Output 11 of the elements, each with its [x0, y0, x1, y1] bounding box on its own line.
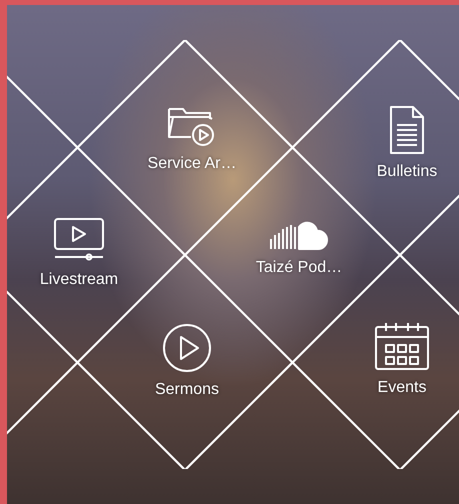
- tile-label[interactable]: Events: [378, 379, 426, 397]
- calendar-icon[interactable]: [374, 321, 430, 371]
- video-player-icon[interactable]: [53, 217, 105, 263]
- document-icon[interactable]: [389, 105, 425, 155]
- tile-label[interactable]: Taizé Pod…: [256, 259, 342, 277]
- tile-label[interactable]: Sermons: [154, 381, 220, 399]
- tile-label[interactable]: Bulletins: [376, 163, 438, 181]
- tile-label[interactable]: Livestream: [40, 271, 118, 289]
- tile-label[interactable]: Service Ar…: [148, 155, 236, 173]
- cloud-bars-icon[interactable]: [267, 221, 331, 251]
- play-circle-icon[interactable]: [162, 323, 212, 373]
